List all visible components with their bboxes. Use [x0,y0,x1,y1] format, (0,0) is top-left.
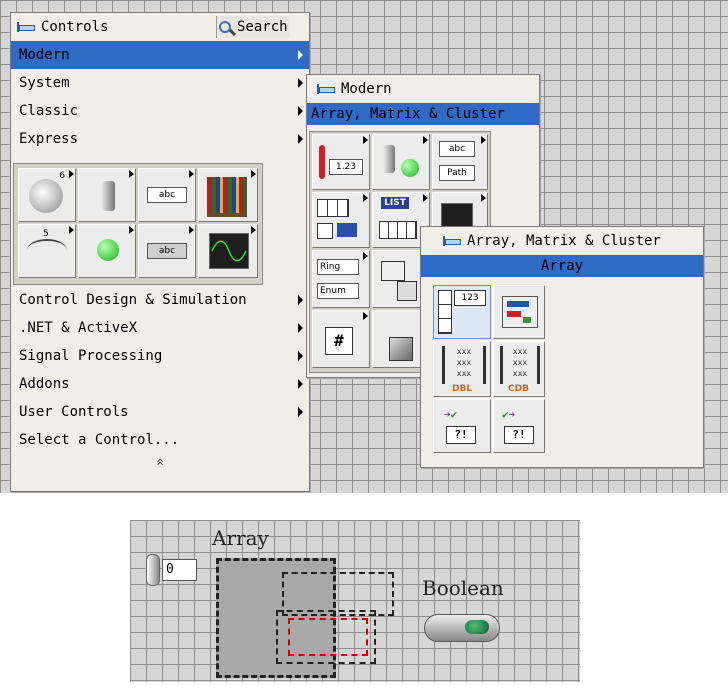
menu-item-select-control[interactable]: Select a Control... [11,426,309,454]
string-path-icon[interactable]: abc Path [432,134,488,190]
menu-item-label: Modern [19,47,70,63]
boolean-control-icon[interactable] [372,134,430,190]
controls-palette-titlebar: Controls Search [11,13,309,41]
boolean-label: Boolean [422,576,504,600]
variant-to-data-icon[interactable]: ➔✔ ?! [433,399,491,453]
submenu-arrow-icon [298,295,303,305]
array-index-control[interactable]: 0 [146,554,197,586]
pin-icon[interactable] [17,20,35,34]
menu-item-modern[interactable]: Modern [11,41,309,69]
menu-item-label: Signal Processing [19,348,163,364]
string-control-icon[interactable]: abc [138,224,196,278]
real-matrix-icon[interactable]: xxx xxx xxx DBL [433,341,491,397]
expand-icon: « [152,457,168,467]
modern-palette-titlebar: Modern [307,75,539,103]
menu-item-array-matrix-cluster[interactable]: Array, Matrix & Cluster [307,103,539,125]
menu-item-label: Express [19,131,79,147]
menu-item-signal-processing[interactable]: Signal Processing [11,342,309,370]
index-value-field[interactable]: 0 [162,559,197,581]
menu-item-label: .NET & ActiveX [19,320,138,336]
menu-item-label: Addons [19,376,70,392]
menu-item-label: System [19,75,70,91]
complex-matrix-icon[interactable]: xxx xxx xxx CDB [493,341,545,397]
drop-target-red-outline [288,618,368,656]
menu-item-dotnet-activex[interactable]: .NET & ActiveX [11,314,309,342]
submenu-arrow-icon [298,407,303,417]
pin-icon[interactable] [317,82,335,96]
array-label: Array [212,526,269,550]
bottom-menu: Control Design & Simulation .NET & Activ… [11,286,309,470]
menu-item-label: Select a Control... [19,432,180,448]
submenu-arrow-icon [298,379,303,389]
expand-palette-button[interactable]: « [152,452,168,472]
menu-item-control-design[interactable]: Control Design & Simulation [11,286,309,314]
menu-item-label: Array [540,258,584,274]
menu-item-express[interactable]: Express [11,125,309,153]
submenu-arrow-icon [298,134,303,144]
submenu-arrow-icon [298,351,303,361]
menu-item-user-controls[interactable]: User Controls [11,398,309,426]
menu-item-label: User Controls [19,404,129,420]
toggle-switch-icon[interactable] [78,168,136,222]
express-icons-panel: 6 abc 5 abc [13,163,263,285]
array-matrix-cluster-palette: Array, Matrix & Cluster Array 123 xxx xxx… [420,226,704,468]
controls-palette: Controls Search Modern System Classic Ex… [10,12,310,492]
search-icon [219,21,237,37]
front-panel: Array 0 Boolean [130,520,580,682]
numeric-knob-icon[interactable]: 6 [18,168,76,222]
index-stepper[interactable] [146,554,160,586]
graph-indicator-icon[interactable] [198,224,258,278]
boolean-button[interactable] [424,614,500,642]
pin-icon[interactable] [443,234,461,248]
menu-item-label: Array, Matrix & Cluster [311,106,505,122]
submenu-arrow-icon [298,50,303,60]
submenu-arrow-icon [298,78,303,88]
refnum-icon[interactable]: # [312,310,370,368]
cluster-icon[interactable] [493,285,545,339]
submenu-arrow-icon [298,106,303,116]
menu-item-system[interactable]: System [11,69,309,97]
string-indicator-icon[interactable]: abc [138,168,196,222]
modern-palette-title: Modern [341,81,392,97]
controls-palette-title: Controls [41,19,109,35]
menu-item-addons[interactable]: Addons [11,370,309,398]
numeric-control-icon[interactable]: 1.23 [312,134,370,190]
menu-item-label: Classic [19,103,79,119]
boolean-led-icon [465,620,489,634]
books-icon[interactable] [198,168,258,222]
array-palette-titlebar: Array, Matrix & Cluster [421,227,703,255]
ring-enum-icon[interactable]: Ring Enum [312,250,370,308]
search-button[interactable]: Search [216,16,290,38]
array-palette-title: Array, Matrix & Cluster [467,233,661,249]
menu-item-array[interactable]: Array [421,255,703,277]
led-indicator-icon[interactable] [78,224,136,278]
array-cluster-icon[interactable] [312,192,370,248]
menu-item-classic[interactable]: Classic [11,97,309,125]
data-to-variant-icon[interactable]: ✔➔ ?! [493,399,545,453]
array-icon[interactable]: 123 [433,285,491,339]
slide-gauge-icon[interactable]: 5 [18,224,76,278]
menu-item-label: Control Design & Simulation [19,292,247,308]
search-label: Search [237,19,288,35]
submenu-arrow-icon [298,323,303,333]
array-drop-target[interactable] [276,610,376,664]
